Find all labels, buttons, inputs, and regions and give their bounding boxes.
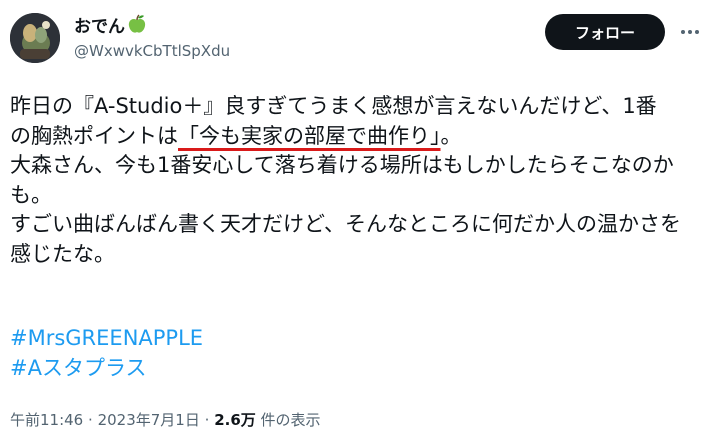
author-handle[interactable]: @WxwvkCbTtlSpXdu xyxy=(74,41,230,61)
more-dots-icon xyxy=(681,30,699,34)
hashtag-link[interactable]: #Aスタプラス xyxy=(10,354,203,384)
post-time[interactable]: 午前11:46 xyxy=(10,411,83,429)
follow-button[interactable]: フォロー xyxy=(545,14,665,50)
meta-separator: · xyxy=(204,411,210,429)
tweet-meta: 午前11:46 · 2023年7月1日 · 2.6万 件の表示 xyxy=(10,410,321,430)
tweet-paragraph-2: 大森さん、今も1番安心して落ち着ける場所はもしかしたらそこなのかも。 xyxy=(10,153,674,207)
hashtag-link[interactable]: #MrsGREENAPPLE xyxy=(10,324,203,354)
tweet-paragraph-3: すごい曲ばんばん書く天才だけど、そんなところに何だか人の温かさを感じたな。 xyxy=(10,212,681,266)
tweet-card: おでん @WxwvkCbTtlSpXdu フォロー 昨日の『A-Studio＋』… xyxy=(0,0,711,446)
green-apple-icon xyxy=(128,14,146,40)
post-date[interactable]: 2023年7月1日 xyxy=(98,411,200,429)
highlighted-phrase: 「今も実家の部屋で曲作り」 xyxy=(178,123,441,148)
tweet-line-2-prefix: の胸熱ポイントは xyxy=(10,123,178,148)
tweet-line-2-suffix: 。 xyxy=(440,123,462,148)
meta-separator: · xyxy=(88,411,93,429)
avatar[interactable] xyxy=(10,13,60,63)
hashtag-list: #MrsGREENAPPLE #Aスタプラス xyxy=(10,324,203,383)
views-label[interactable]: 件の表示 xyxy=(261,411,321,429)
avatar-image xyxy=(10,13,60,63)
more-options-button[interactable] xyxy=(676,18,704,46)
tweet-paragraph-1: 昨日の『A-Studio＋』良すぎてうまく感想が言えないんだけど、1番 の胸熱ポ… xyxy=(10,92,700,151)
tweet-line-1: 昨日の『A-Studio＋』良すぎてうまく感想が言えないんだけど、1番 xyxy=(10,94,657,118)
views-count: 2.6万 xyxy=(214,411,256,429)
tweet-text: 昨日の『A-Studio＋』良すぎてうまく感想が言えないんだけど、1番 の胸熱ポ… xyxy=(10,92,700,269)
author-display-name[interactable]: おでん xyxy=(74,14,146,40)
display-name-text: おでん xyxy=(74,17,125,37)
